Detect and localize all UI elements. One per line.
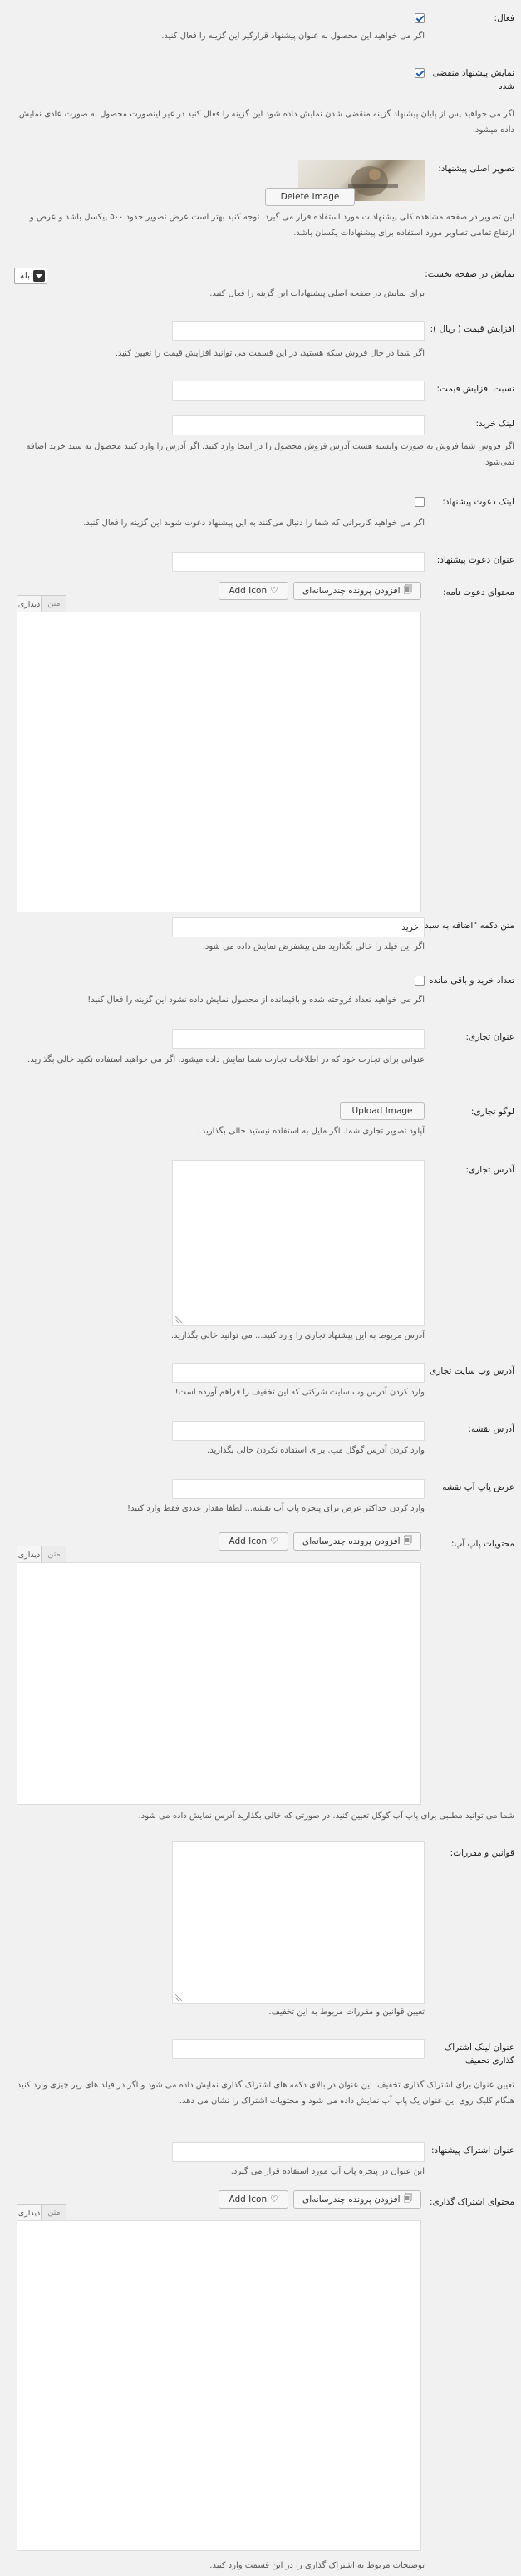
add-icon-button[interactable]: ♡ Add Icon	[219, 2190, 288, 2209]
editor-content-area[interactable]	[17, 612, 421, 912]
price-increase-desc: اگر شما در حال فروش سکه هستید، در این قس…	[115, 349, 425, 358]
buy-link-input[interactable]	[172, 415, 425, 435]
active-label: فعال:	[494, 13, 514, 23]
heart-icon: ♡	[270, 2195, 278, 2205]
share-title-input[interactable]	[172, 2142, 425, 2162]
business-logo-desc: آپلود تصویر تجاری شما. اگر مایل به استفا…	[199, 1127, 425, 1136]
upload-image-button[interactable]: Upload Image	[340, 1102, 425, 1120]
buy-link-desc: اگر فروش شما فروش به صورت وابسته هست آدر…	[26, 442, 514, 467]
media-icon: 🗐	[403, 2194, 413, 2204]
price-increase-input[interactable]	[172, 321, 425, 341]
terms-desc: تعیین قوانین و مقررات مربوط به این تخفیف…	[268, 2008, 425, 2017]
tab-visual[interactable]: دیداری	[17, 1546, 42, 1563]
share-title-desc: این عنوان در پنجره پاپ آپ مورد استفاده ق…	[230, 2167, 425, 2176]
share-link-title-desc: تعیین عنوان برای اشتراک گذاری تخفیف. این…	[17, 2081, 514, 2106]
add-icon-label: Add Icon	[229, 1536, 268, 1546]
sold-count-desc: اگر می خواهید تعداد فروخته شده و باقیمان…	[87, 995, 425, 1005]
map-popup-width-desc: وارد کردن حداکثر عرض برای پنجره پاپ آپ ن…	[127, 1504, 425, 1513]
add-to-cart-input[interactable]: خرید	[172, 917, 425, 937]
popup-content-editor: 🗐 افزودن پرونده چندرسانه‌ای ♡ Add Icon د…	[17, 1532, 421, 1807]
share-content-editor: 🗐 افزودن پرونده چندرسانه‌ای ♡ Add Icon د…	[17, 2190, 421, 2556]
business-website-input[interactable]	[172, 1363, 425, 1383]
business-address-desc: آدرس مربوط به این پیشنهاد تجاری را وارد …	[170, 1331, 425, 1340]
price-ratio-input[interactable]	[172, 381, 425, 401]
show-home-select[interactable]: بله	[14, 268, 47, 284]
heart-icon: ♡	[270, 1536, 278, 1546]
add-media-button[interactable]: 🗐 افزودن پرونده چندرسانه‌ای	[293, 582, 421, 600]
add-media-label: افزودن پرونده چندرسانه‌ای	[302, 2195, 401, 2205]
add-to-cart-desc: اگر این فیلد را خالی بگذارید متن پیشفرض …	[202, 942, 425, 951]
popup-content-desc: شما می توانید مطلبی برای پاپ آپ گوگل تعی…	[138, 1812, 514, 1821]
editor-tabs: دیداری متن	[17, 595, 66, 612]
terms-textarea[interactable]	[172, 1841, 425, 2004]
map-address-desc: وارد کردن آدرس گوگل مپ. برای استفاده نکر…	[207, 1446, 425, 1455]
show-expired-label: نمایش پیشنهاد منقضی شده	[432, 68, 514, 91]
editor-content-area[interactable]	[17, 2220, 421, 2551]
invite-title-input[interactable]	[172, 552, 425, 572]
tab-text[interactable]: متن	[42, 1546, 66, 1562]
media-icon: 🗐	[403, 1536, 413, 1546]
invite-link-checkbox[interactable]	[415, 497, 425, 507]
show-home-label: نمایش در صفحه نخست:	[425, 269, 514, 279]
show-expired-checkbox[interactable]	[415, 68, 425, 78]
add-media-button[interactable]: 🗐 افزودن پرونده چندرسانه‌ای	[293, 1532, 421, 1551]
add-media-label: افزودن پرونده چندرسانه‌ای	[302, 1536, 401, 1546]
add-media-label: افزودن پرونده چندرسانه‌ای	[302, 586, 401, 596]
show-home-select-value: بله	[19, 271, 30, 281]
show-home-desc: برای نمایش در صفحه اصلی پیشنهادات این گز…	[209, 289, 425, 298]
editor-tabs: دیداری متن	[17, 2204, 66, 2221]
invite-link-desc: اگر می خواهید کاربرانی که شما را دنبال م…	[83, 519, 425, 528]
active-checkbox[interactable]	[415, 13, 425, 23]
business-website-desc: وارد کردن آدرس وب سایت شرکتی که این تخفی…	[174, 1388, 425, 1397]
map-address-input[interactable]	[172, 1421, 425, 1441]
sold-count-checkbox[interactable]	[415, 976, 425, 986]
resize-grip-icon[interactable]	[175, 1994, 182, 2001]
show-expired-desc: اگر می خواهید پس از پایان پیشنهاد گزینه …	[18, 110, 514, 135]
add-icon-label: Add Icon	[229, 586, 268, 596]
sold-count-label: تعداد خرید و باقی مانده	[429, 976, 514, 986]
business-address-textarea[interactable]	[172, 1160, 425, 1326]
add-icon-button[interactable]: ♡ Add Icon	[219, 582, 288, 600]
tab-text[interactable]: متن	[42, 2204, 66, 2220]
business-title-input[interactable]	[172, 1029, 425, 1049]
invite-link-label: لینک دعوت پیشنهاد:	[442, 497, 514, 507]
editor-tabs: دیداری متن	[17, 1546, 66, 1563]
editor-content-area[interactable]	[17, 1562, 421, 1805]
business-title-desc: عنوانی برای تجارت خود که در اطلاعات تجار…	[27, 1055, 425, 1064]
resize-grip-icon[interactable]	[175, 1316, 182, 1323]
add-icon-button[interactable]: ♡ Add Icon	[219, 1532, 288, 1551]
add-media-button[interactable]: 🗐 افزودن پرونده چندرسانه‌ای	[293, 2190, 421, 2209]
select-arrow-icon	[33, 270, 45, 282]
media-icon: 🗐	[403, 585, 413, 595]
map-popup-width-input[interactable]	[172, 1479, 425, 1499]
heart-icon: ♡	[270, 586, 278, 596]
add-icon-label: Add Icon	[229, 2195, 268, 2205]
delete-image-button[interactable]: Delete Image	[265, 188, 355, 206]
share-content-desc: توضیحات مربوط به اشتراک گذاری را در این …	[209, 2561, 425, 2570]
share-link-title-input[interactable]	[172, 2039, 425, 2059]
invite-content-editor: 🗐 افزودن پرونده چندرسانه‌ای ♡ Add Icon د…	[17, 582, 421, 914]
tab-visual[interactable]: دیداری	[17, 595, 42, 612]
share-link-title-label: عنوان لینک اشتراک گذاری تخفیف	[444, 2043, 514, 2066]
tab-text[interactable]: متن	[42, 595, 66, 612]
main-image-desc: این تصویر در صفحه مشاهده کلی پیشنهادات م…	[29, 213, 514, 238]
active-desc: اگر می خواهید این محصول به عنوان پیشنهاد…	[161, 32, 425, 41]
tab-visual[interactable]: دیداری	[17, 2204, 42, 2221]
